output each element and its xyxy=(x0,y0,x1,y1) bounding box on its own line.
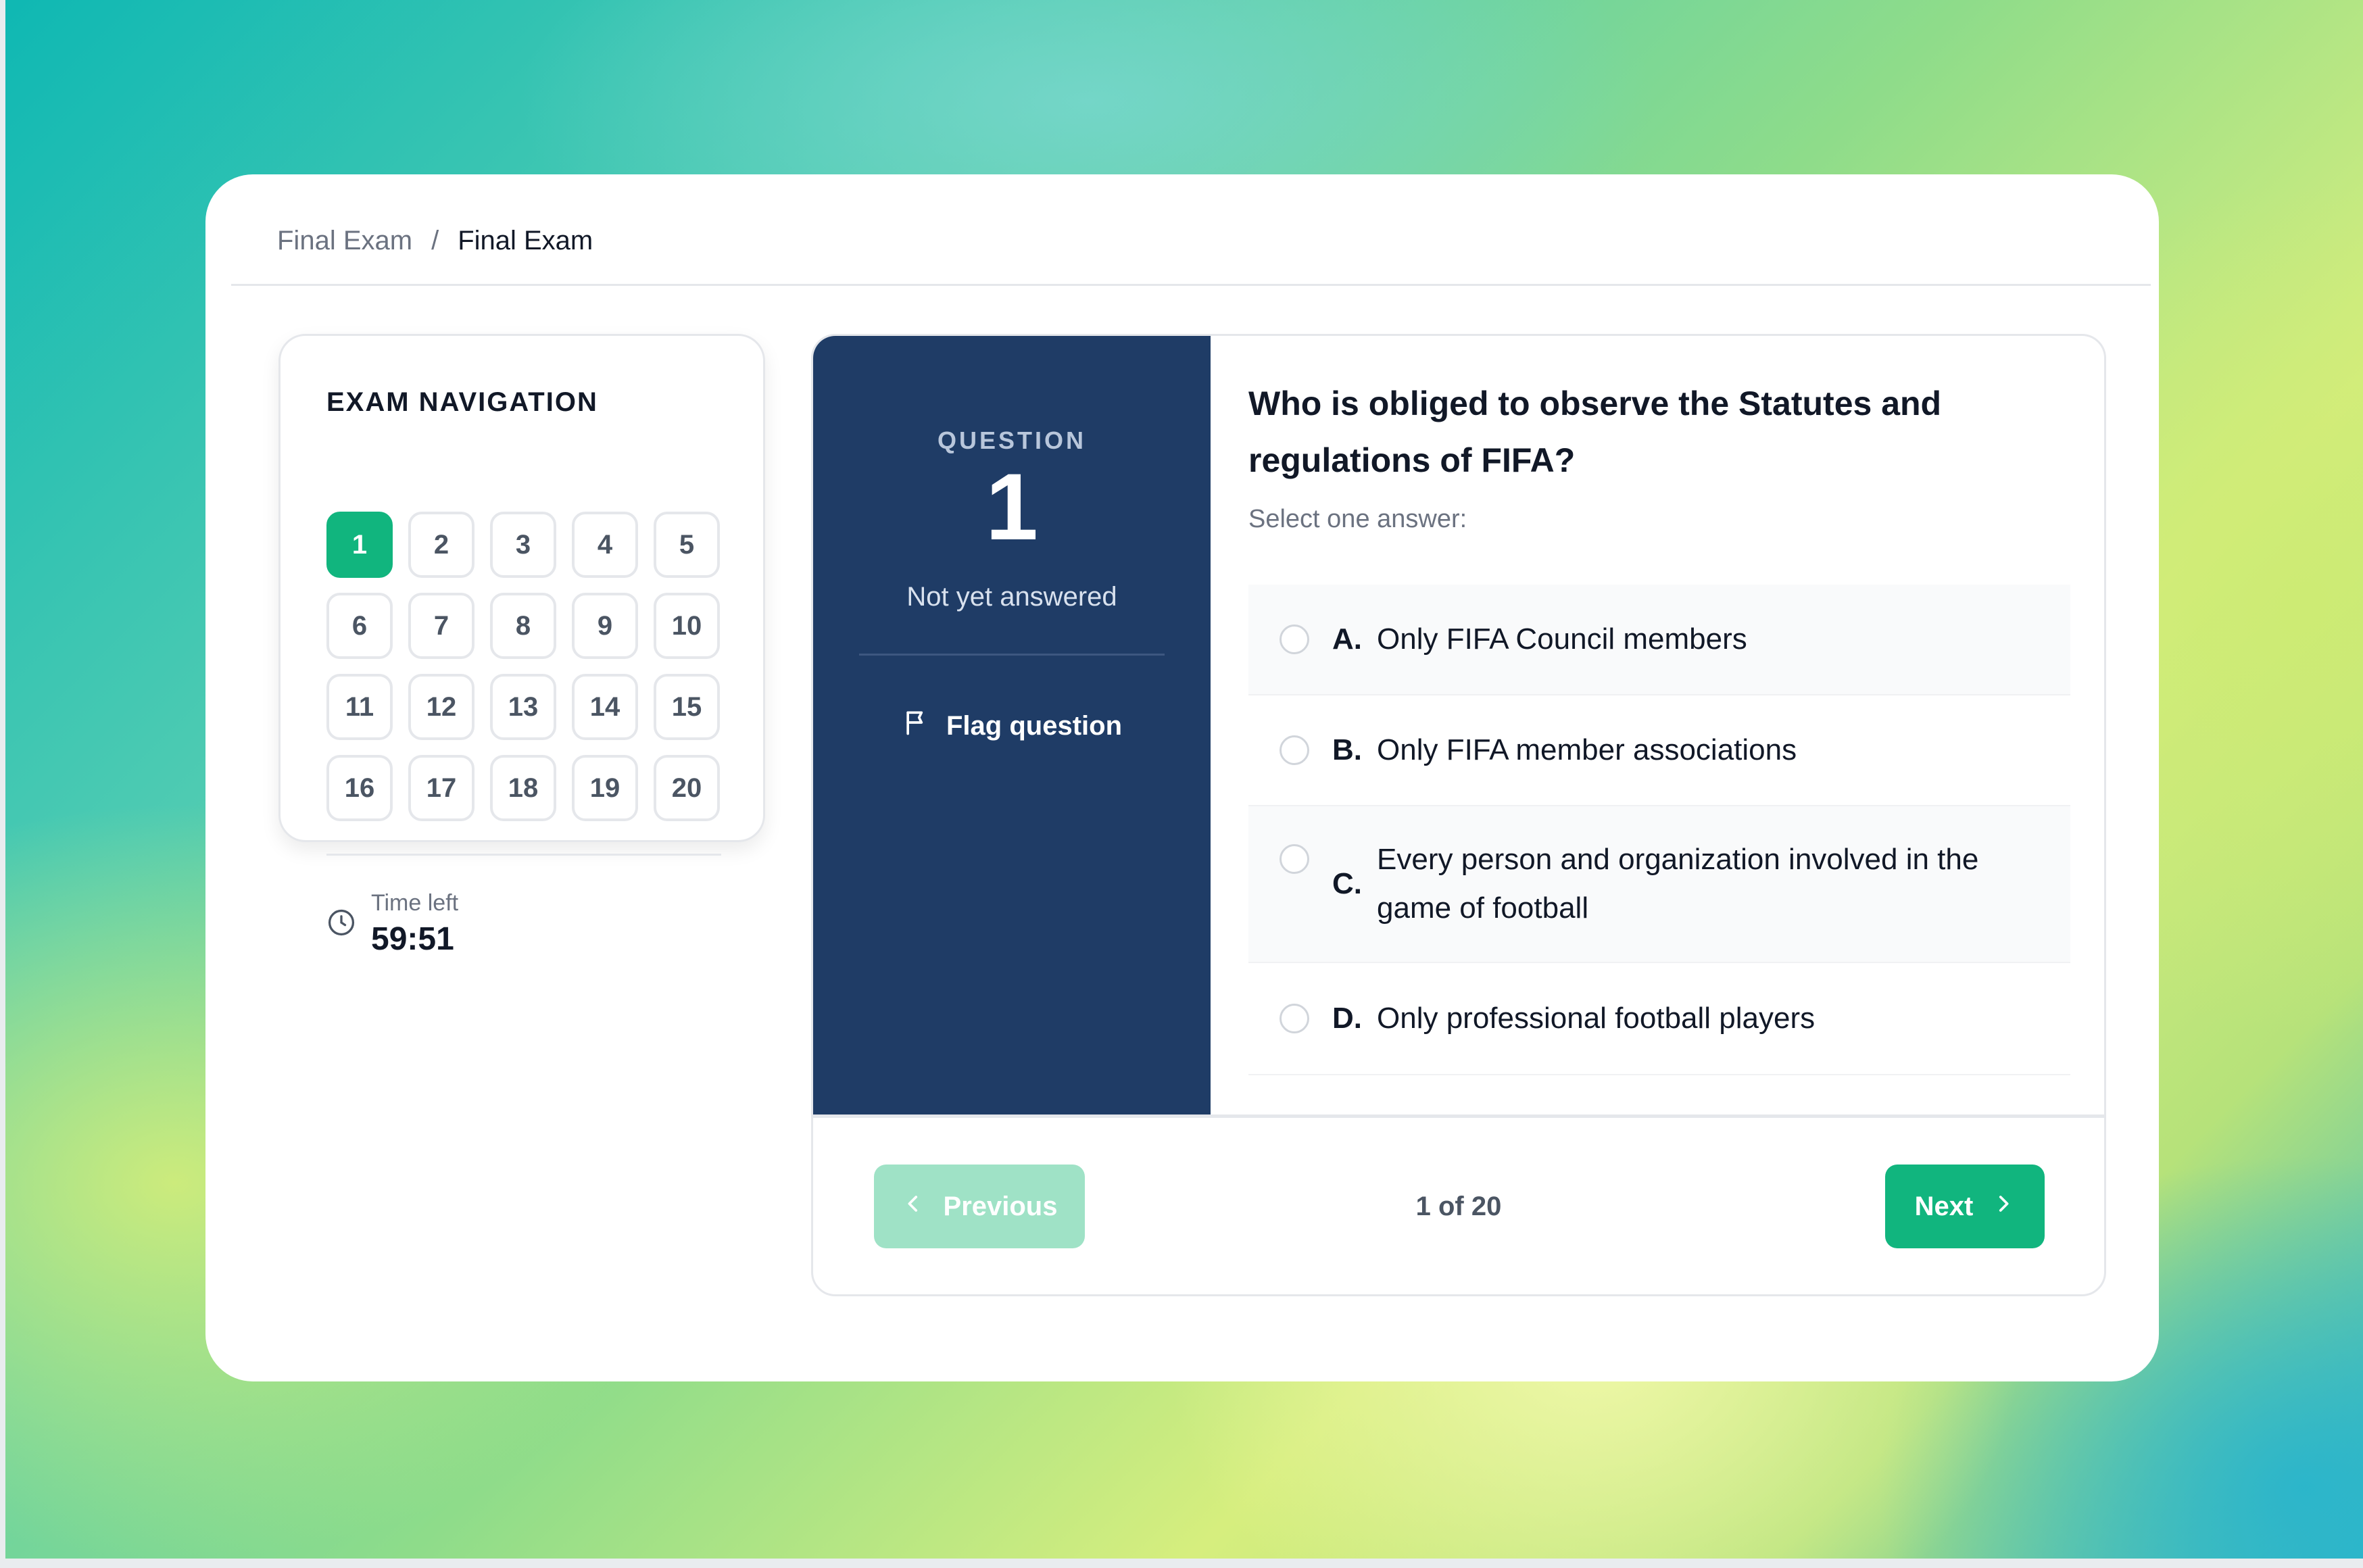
question-nav-button-3[interactable]: 3 xyxy=(490,512,556,578)
radio-button-a[interactable] xyxy=(1280,624,1309,654)
flag-icon xyxy=(902,708,931,744)
next-label: Next xyxy=(1914,1191,1974,1221)
breadcrumb-item-current: Final Exam xyxy=(458,226,593,255)
question-nav-button-20[interactable]: 20 xyxy=(654,755,720,821)
answer-option-b[interactable]: B. Only FIFA member associations xyxy=(1248,695,2070,806)
flag-question-button[interactable]: Flag question xyxy=(813,708,1211,744)
question-nav-button-2[interactable]: 2 xyxy=(408,512,474,578)
question-nav-button-12[interactable]: 12 xyxy=(408,674,474,740)
clock-icon xyxy=(326,908,356,941)
radio-button-d[interactable] xyxy=(1280,1004,1309,1033)
radio-button-c[interactable] xyxy=(1280,844,1309,874)
answer-option-c[interactable]: C. Every person and organization involve… xyxy=(1248,806,2070,963)
question-card: QUESTION 1 Not yet answered Flag questio… xyxy=(811,334,2106,1296)
question-nav-button-5[interactable]: 5 xyxy=(654,512,720,578)
timer-label: Time left xyxy=(371,890,459,916)
answer-instruction: Select one answer: xyxy=(1248,505,1467,533)
question-nav-button-9[interactable]: 9 xyxy=(572,593,638,659)
question-nav-button-1[interactable]: 1 xyxy=(326,512,393,578)
question-nav-button-13[interactable]: 13 xyxy=(490,674,556,740)
option-text: Only professional football players xyxy=(1377,1002,1816,1035)
chevron-right-icon xyxy=(1992,1192,2015,1222)
question-info-panel: QUESTION 1 Not yet answered Flag questio… xyxy=(813,336,1211,1114)
exam-card: Final Exam / Final Exam EXAM NAVIGATION … xyxy=(205,174,2159,1381)
nav-divider xyxy=(326,854,721,856)
exam-navigation-title: EXAM NAVIGATION xyxy=(326,387,598,417)
option-letter: C. xyxy=(1332,867,1362,900)
option-letter: D. xyxy=(1332,1002,1362,1035)
question-nav-button-10[interactable]: 10 xyxy=(654,593,720,659)
option-letter: B. xyxy=(1332,733,1362,766)
question-text: Who is obliged to observe the Statutes a… xyxy=(1248,385,1942,479)
question-nav-grid: 1 2 3 4 5 6 7 8 9 10 11 12 13 14 15 16 1… xyxy=(326,512,720,821)
question-nav-button-8[interactable]: 8 xyxy=(490,593,556,659)
question-nav-button-6[interactable]: 6 xyxy=(326,593,393,659)
option-text: Only FIFA Council members xyxy=(1377,622,1747,656)
timer: Time left 59:51 xyxy=(326,890,458,958)
question-nav-button-16[interactable]: 16 xyxy=(326,755,393,821)
question-nav-button-4[interactable]: 4 xyxy=(572,512,638,578)
answer-option-a[interactable]: A. Only FIFA Council members xyxy=(1248,585,2070,695)
timer-value: 59:51 xyxy=(371,921,454,957)
chevron-left-icon xyxy=(902,1192,925,1222)
exam-navigation-panel: EXAM NAVIGATION 1 2 3 4 5 6 7 8 9 10 11 … xyxy=(278,334,765,957)
breadcrumb-separator: / xyxy=(431,226,439,255)
question-status: Not yet answered xyxy=(906,582,1117,612)
answer-options: A. Only FIFA Council members B. Only FIF… xyxy=(1248,585,2070,1075)
question-label: QUESTION xyxy=(937,426,1086,454)
question-nav-button-19[interactable]: 19 xyxy=(572,755,638,821)
option-text: Only FIFA member associations xyxy=(1377,733,1797,766)
header-divider xyxy=(231,284,2151,286)
question-nav-button-7[interactable]: 7 xyxy=(408,593,474,659)
next-button[interactable]: Next xyxy=(1885,1165,2045,1248)
flag-question-label: Flag question xyxy=(946,710,1122,741)
option-text: Every person and organization involved i… xyxy=(1377,843,1979,925)
previous-label: Previous xyxy=(943,1191,1058,1221)
question-nav-button-14[interactable]: 14 xyxy=(572,674,638,740)
footer-divider xyxy=(813,1114,2104,1118)
answer-option-d[interactable]: D. Only professional football players xyxy=(1248,963,2070,1075)
question-nav-button-11[interactable]: 11 xyxy=(326,674,393,740)
option-letter: A. xyxy=(1332,622,1362,656)
question-nav-button-18[interactable]: 18 xyxy=(490,755,556,821)
question-info-divider xyxy=(859,654,1165,656)
question-nav-button-17[interactable]: 17 xyxy=(408,755,474,821)
radio-button-b[interactable] xyxy=(1280,735,1309,765)
question-number: 1 xyxy=(985,454,1038,560)
breadcrumb: Final Exam / Final Exam xyxy=(277,226,593,256)
breadcrumb-item-course[interactable]: Final Exam xyxy=(277,226,412,256)
question-nav-button-15[interactable]: 15 xyxy=(654,674,720,740)
previous-button[interactable]: Previous xyxy=(874,1165,1085,1248)
